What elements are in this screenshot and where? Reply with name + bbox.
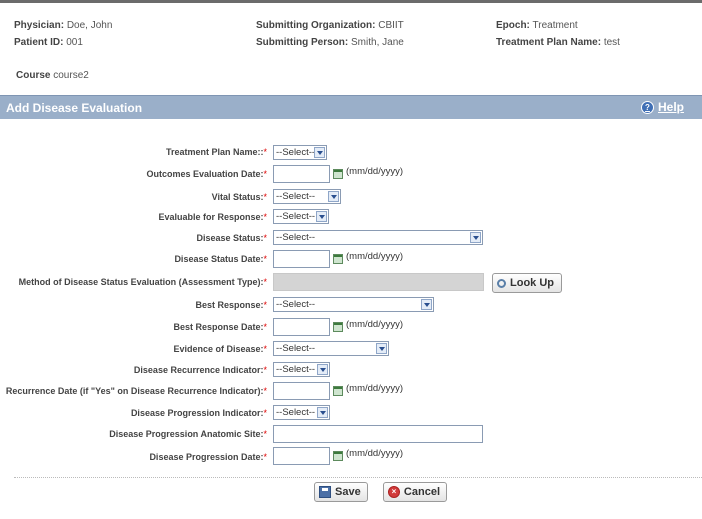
method-label: Method of Disease Status Evaluation (Ass… [18,277,267,287]
look-up-button[interactable]: Look Up [492,273,562,293]
best-response-date-input[interactable] [273,318,330,336]
chevron-down-icon [317,407,328,418]
disease-status-date-label: Disease Status Date:* [174,254,267,264]
treatment-plan-label: Treatment Plan Name::* [165,147,267,157]
evidence-select[interactable]: --Select-- [273,341,389,356]
progression-site-input[interactable] [273,425,483,443]
progression-indicator-select[interactable]: --Select-- [273,405,330,420]
disease-status-select[interactable]: --Select-- [273,230,483,245]
disease-status-label: Disease Status:* [196,233,267,243]
best-response-date-label: Best Response Date:* [173,322,267,332]
evaluable-label: Evaluable for Response:* [158,212,267,222]
calendar-icon[interactable] [333,322,343,332]
chevron-down-icon [470,232,481,243]
chevron-down-icon [314,147,325,158]
calendar-icon[interactable] [333,169,343,179]
progression-date-input[interactable] [273,447,330,465]
outcomes-date-input[interactable] [273,165,330,183]
submitting-person-info: Submitting Person: Smith, Jane [256,37,404,48]
recurrence-indicator-label: Disease Recurrence Indicator:* [133,365,267,375]
date-format-hint: (mm/dd/yyyy) [346,319,403,330]
submitting-org-info: Submitting Organization: CBIIT [256,20,404,31]
panel-title-bar: Add Disease Evaluation ? Help [0,95,702,119]
date-format-hint: (mm/dd/yyyy) [346,251,403,262]
calendar-icon[interactable] [333,254,343,264]
disease-status-date-input[interactable] [273,250,330,268]
course-info: Course course2 [16,70,89,81]
save-button[interactable]: Save [314,482,368,502]
help-link[interactable]: ? Help [641,100,684,114]
date-format-hint: (mm/dd/yyyy) [346,166,403,177]
recurrence-date-label: Recurrence Date (if "Yes" on Disease Rec… [5,386,267,396]
date-format-hint: (mm/dd/yyyy) [346,383,403,394]
treatment-plan-info: Treatment Plan Name: test [496,37,620,48]
vital-status-label: Vital Status:* [211,192,267,202]
evaluable-select[interactable]: --Select-- [273,209,329,224]
method-input[interactable] [273,273,484,291]
chevron-down-icon [421,299,432,310]
calendar-icon[interactable] [333,451,343,461]
calendar-icon[interactable] [333,386,343,396]
chevron-down-icon [328,191,339,202]
recurrence-indicator-select[interactable]: --Select-- [273,362,330,377]
progression-site-label: Disease Progression Anatomic Site:* [109,429,267,439]
progression-indicator-label: Disease Progression Indicator:* [130,408,267,418]
cancel-icon: × [388,486,400,498]
physician-info: Physician: Doe, John [14,20,113,31]
divider [14,477,702,478]
recurrence-date-input[interactable] [273,382,330,400]
patient-info: Patient ID: 001 [14,37,83,48]
chevron-down-icon [316,211,327,222]
chevron-down-icon [376,343,387,354]
help-label: Help [658,100,685,114]
cancel-button[interactable]: × Cancel [383,482,447,502]
save-icon [319,486,331,498]
outcomes-date-label: Outcomes Evaluation Date:* [146,169,267,179]
best-response-label: Best Response:* [195,300,267,310]
progression-date-label: Disease Progression Date:* [149,452,267,462]
treatment-plan-select[interactable]: --Select-- [273,145,327,160]
evidence-label: Evidence of Disease:* [173,344,267,354]
help-icon: ? [641,100,654,114]
chevron-down-icon [317,364,328,375]
best-response-select[interactable]: --Select-- [273,297,434,312]
magnifier-icon [497,278,506,288]
vital-status-select[interactable]: --Select-- [273,189,341,204]
epoch-info: Epoch: Treatment [496,20,578,31]
date-format-hint: (mm/dd/yyyy) [346,448,403,459]
panel-title: Add Disease Evaluation [6,101,143,115]
top-border [0,0,702,3]
